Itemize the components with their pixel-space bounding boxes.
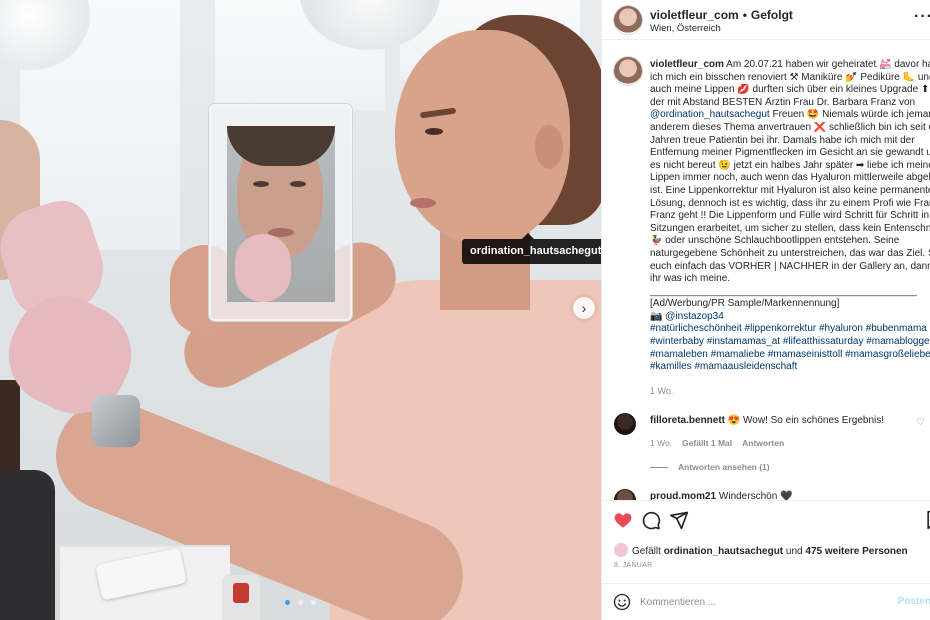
bookmark-icon[interactable]	[924, 510, 930, 530]
caption-line: ihr was ich meine.	[650, 273, 731, 285]
hashtag-line[interactable]: #natürlicheschönheit #lippenkorrektur #h…	[650, 323, 930, 336]
post-photo[interactable]: ordination_hautsachegut ›	[0, 0, 601, 620]
reflection-eye	[253, 181, 269, 187]
caption-line: anderem dieses Thema anvertrauen ❌ schli…	[650, 121, 930, 133]
caption-line: es nicht bereut 😉 jetzt ein halbes Jahr …	[650, 159, 930, 171]
location[interactable]: Wien, Österreich	[650, 23, 721, 34]
header-user-line: violetfleur_com • Gefolgt	[650, 8, 793, 22]
caption: violetfleur_com Am 20.07.21 haben wir ge…	[650, 59, 930, 374]
caption-line: Jahren treue Patientin bei ihr. Damals h…	[650, 134, 915, 146]
photo-credit: 📷 @instazop34	[650, 310, 724, 322]
caption-line: @ordination_hautsachegut Freuen 🤩 Niemal…	[650, 109, 930, 121]
view-replies-button[interactable]: Antworten ansehen (1)	[650, 462, 770, 472]
comment-text: filloreta.bennett 😍 Wow! So ein schönes …	[650, 415, 885, 426]
caption-line: der mit Abstand BESTEN Ärztin Frau Dr. B…	[650, 96, 916, 108]
carousel-dot	[298, 600, 303, 605]
caption-line: Sitzungen erarbeitet, um sicher zu stell…	[650, 222, 930, 234]
comments-feed[interactable]: violetfleur_com Am 20.07.21 haben wir ge…	[602, 41, 930, 500]
likes-summary: Gefällt ordination_hautsachegut und 475 …	[614, 543, 908, 557]
caption-line: ich mich ein bisschen renoviert ⚒ Manikü…	[650, 71, 930, 83]
avatar[interactable]	[614, 489, 636, 500]
likes-others-link[interactable]: 475 weitere Personen	[805, 546, 907, 557]
comment-username[interactable]: filloreta.bennett	[650, 415, 725, 426]
follow-status-button[interactable]: Gefolgt	[751, 8, 793, 22]
doctor-ear	[535, 125, 563, 169]
caption-username[interactable]: violetfleur_com	[650, 59, 724, 70]
reflection-eye	[290, 181, 306, 187]
hashtag-line[interactable]: #mamaleben #mamaliebe #mamaseinisttoll #…	[650, 349, 930, 362]
post-side-panel: violetfleur_com • Gefolgt Wien, Österreich…	[601, 0, 930, 620]
reply-button[interactable]: Antworten	[742, 438, 784, 448]
caption-line: Lippen immer noch, auch wenn das Hyaluro…	[650, 172, 930, 184]
more-horizontal-icon[interactable]: ···	[914, 8, 930, 26]
username[interactable]: violetfleur_com	[650, 8, 739, 22]
carousel-dots	[0, 592, 601, 610]
carousel-dot	[311, 600, 317, 605]
mention-link[interactable]: @ordination_hautsachegut	[650, 109, 770, 120]
comment-input[interactable]	[640, 593, 890, 611]
avatar[interactable]	[614, 413, 636, 435]
add-comment-bar: Posten	[602, 583, 930, 620]
ad-disclosure: [Ad/Werbung/PR Sample/Markennennung]	[650, 298, 840, 310]
action-bar	[602, 500, 930, 538]
avatar[interactable]	[614, 6, 642, 34]
comment-meta: 1 Wo. Gefällt 1 Mal Antworten	[650, 438, 794, 448]
caption-line: 🦆 oder unschöne Schlauchbootlippen entst…	[650, 235, 900, 247]
comment-likes[interactable]: Gefällt 1 Mal	[682, 438, 732, 448]
caption-time: 1 Wo.	[650, 386, 674, 396]
caption-line: euch einfach das VORHER | NACHHER in der…	[650, 260, 930, 272]
comment-icon[interactable]	[641, 510, 661, 530]
replies-line	[650, 467, 668, 469]
comment-time: 1 Wo.	[650, 438, 673, 448]
caption-line: auch meine Lippen 💋 durften sich über ei…	[650, 84, 930, 96]
caption-line: naturgegebene Schönheit zu unterstreiche…	[650, 247, 930, 259]
chevron-right-icon: ›	[581, 300, 587, 316]
instagram-post-view: ordination_hautsachegut › violetfleur_co…	[0, 0, 930, 620]
post-comment-button[interactable]: Posten	[898, 596, 930, 607]
hashtag-line[interactable]: #winterbaby #instamamas_at #lifeatthissa…	[650, 336, 930, 349]
liker-username[interactable]: ordination_hautsachegut	[664, 546, 783, 557]
comment-text: proud.mom21 Winderschön 🖤	[650, 491, 793, 500]
mention-link[interactable]: @instazop34	[665, 311, 724, 322]
post-header: violetfleur_com • Gefolgt Wien, Österreich…	[602, 0, 930, 40]
heart-filled-icon[interactable]	[613, 510, 633, 530]
caption-line: Franz geht !! Die Lippenform und Fülle w…	[650, 210, 930, 222]
post-date[interactable]: 8. JANUAR	[614, 562, 653, 569]
smiley-icon[interactable]	[613, 593, 631, 611]
user-tag[interactable]: ordination_hautsachegut	[462, 239, 601, 264]
caption-line: Lösung, dennoch ist es wichtig, dass ihr…	[650, 197, 930, 209]
next-photo-button[interactable]: ›	[573, 297, 595, 319]
comment-username[interactable]: proud.mom21	[650, 491, 716, 500]
share-icon[interactable]	[669, 510, 689, 530]
wristwatch	[92, 395, 140, 447]
mirror-reflection	[227, 126, 335, 302]
avatar[interactable]	[614, 57, 642, 85]
doctor-lips	[410, 198, 436, 208]
comment-like-icon[interactable]: ♡	[916, 417, 925, 428]
liker-avatar[interactable]	[614, 543, 628, 557]
doctor-eye	[425, 128, 443, 135]
carousel-dot	[284, 600, 290, 605]
caption-line: Entfernung meiner Pigmentflecken im Gesi…	[650, 147, 930, 159]
separator-dot: •	[742, 8, 747, 22]
reflection-glove	[235, 234, 291, 302]
hand-mirror	[209, 104, 352, 321]
caption-line: violetfleur_com Am 20.07.21 haben wir ge…	[650, 59, 930, 70]
caption-divider: ________________________________________…	[650, 285, 917, 297]
caption-line: ist. Eine Lippenkorrektur mit Hyaluron i…	[650, 184, 930, 196]
hashtag-line[interactable]: #kamilles #mamaausleidenschaft	[650, 361, 930, 374]
